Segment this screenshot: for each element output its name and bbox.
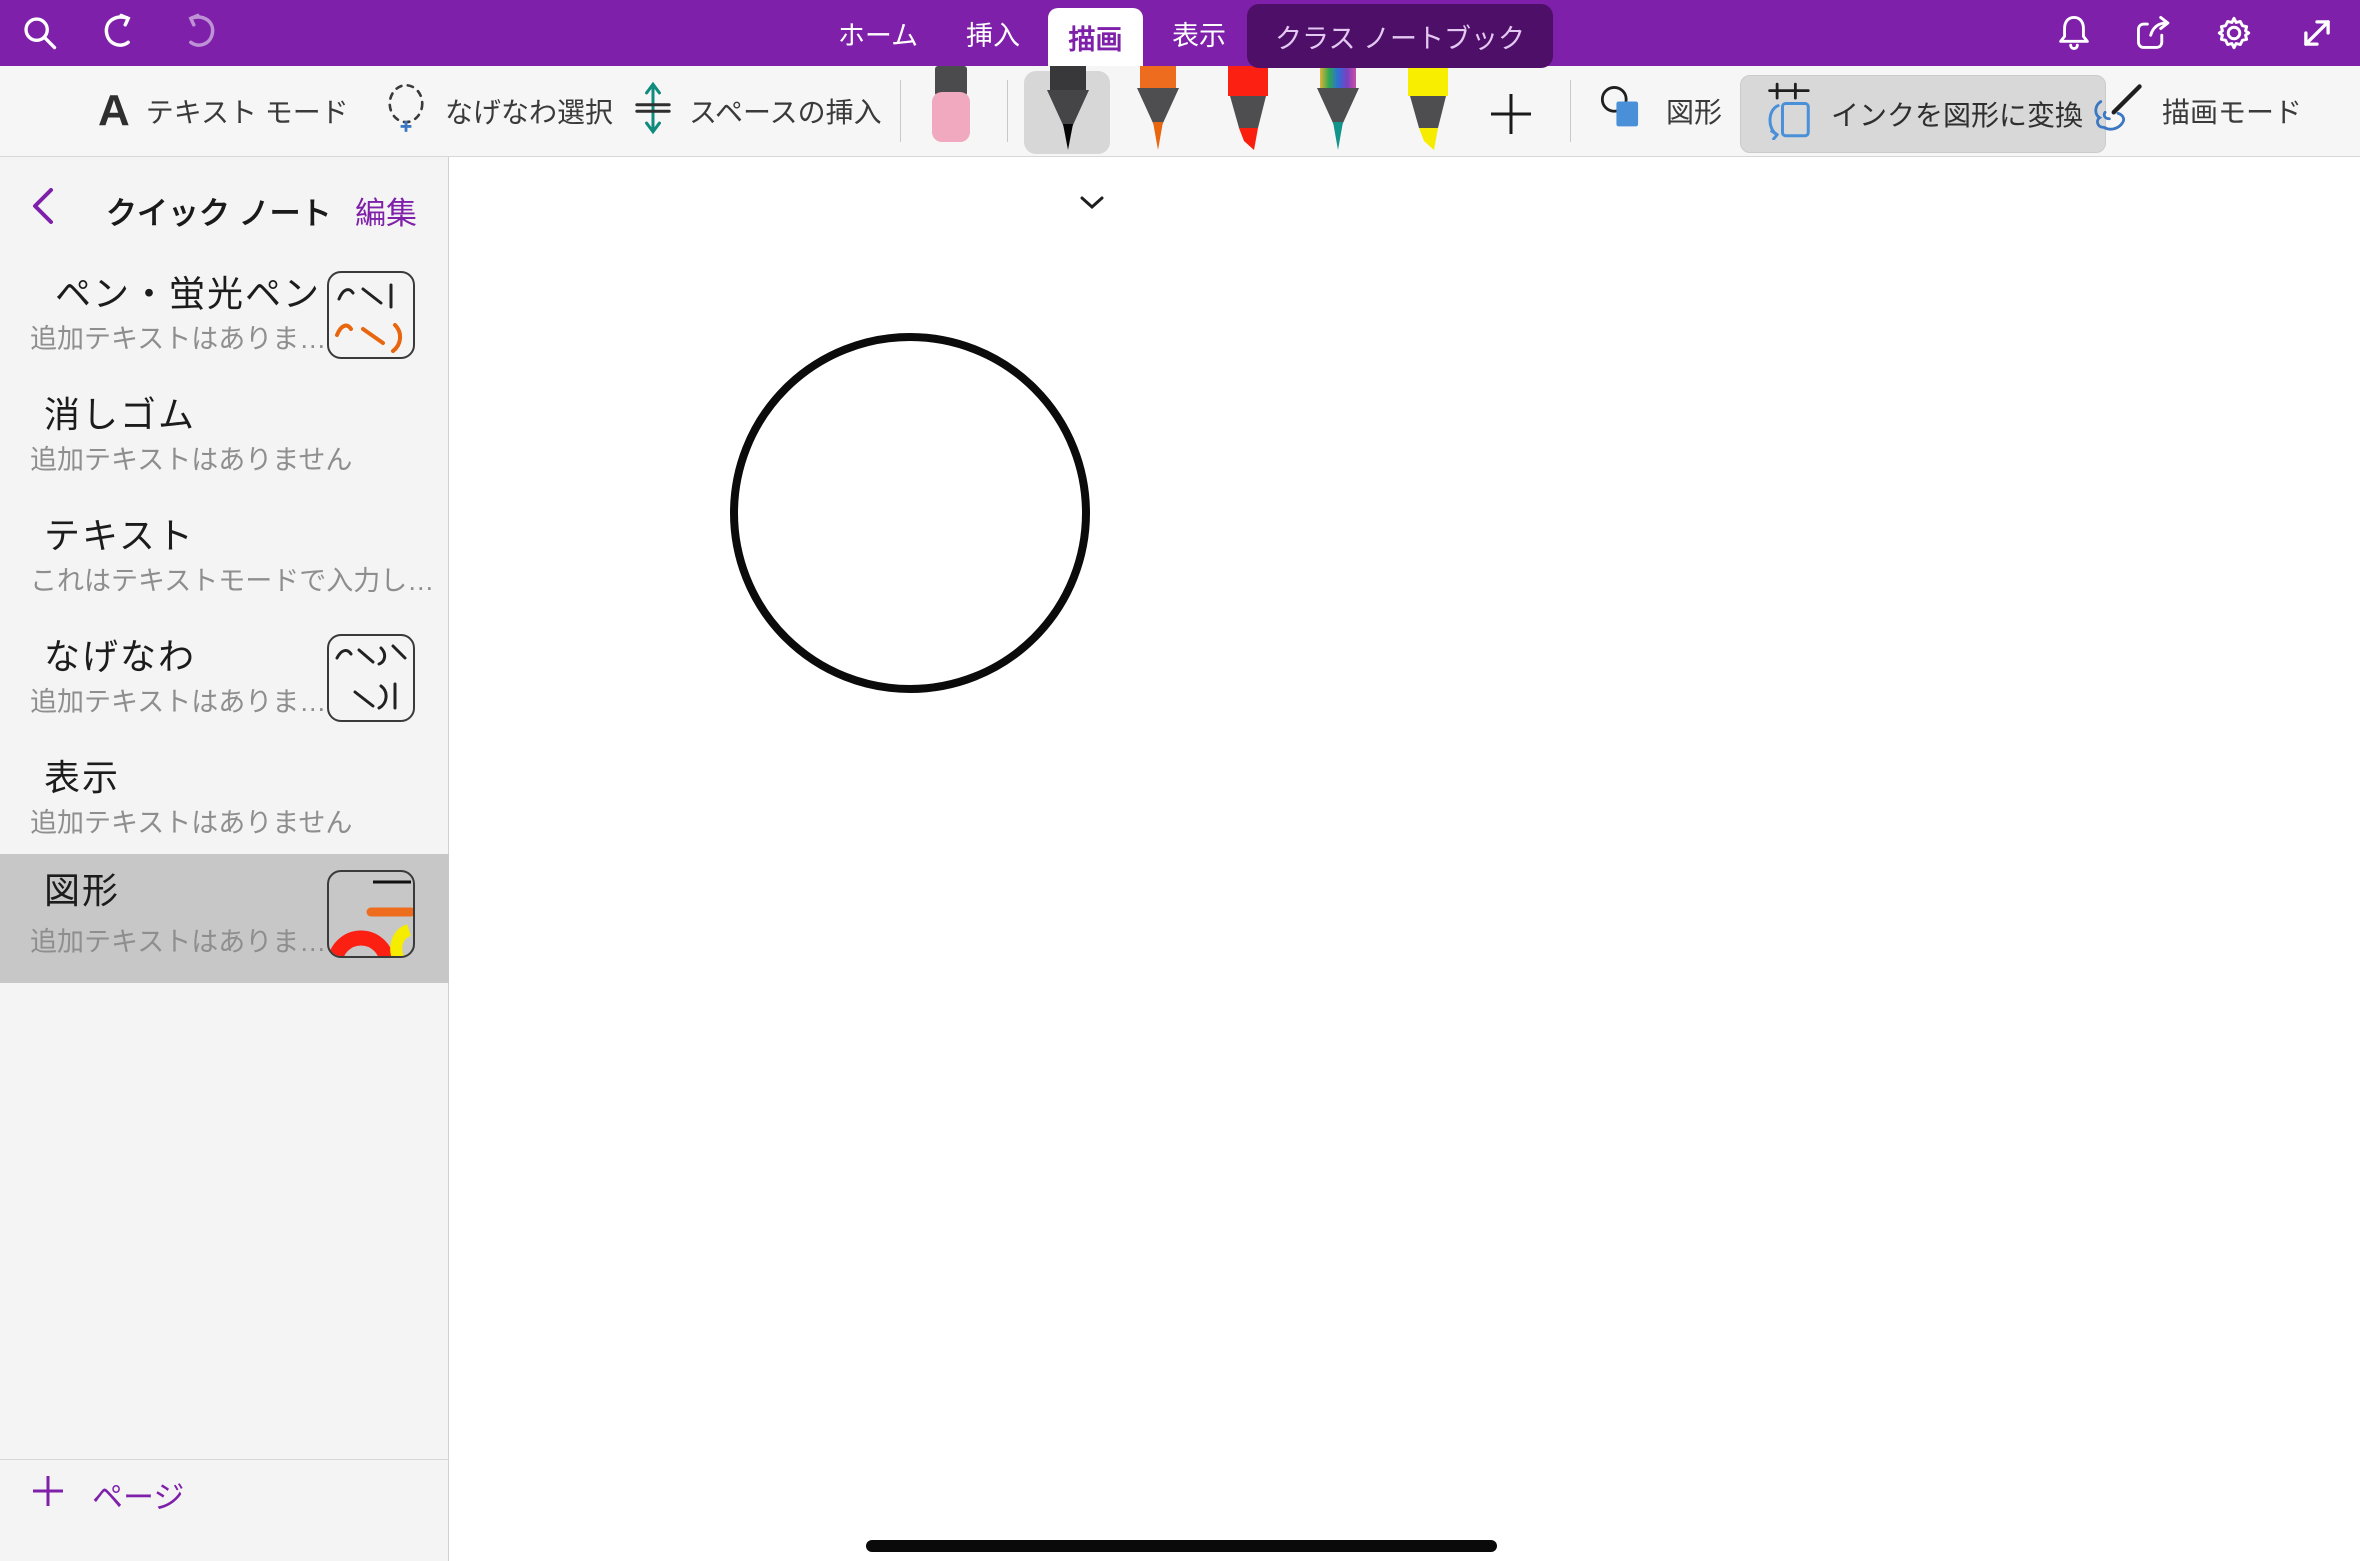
settings-gear-icon[interactable] <box>2212 11 2256 55</box>
tab-insert[interactable]: 挿入 <box>960 0 1026 66</box>
shapes-label: 図形 <box>1666 91 1722 131</box>
draw-mode-button[interactable]: 描画モード <box>2090 66 2302 156</box>
notebook-section-title: クイック ノート <box>106 188 332 233</box>
search-icon[interactable] <box>18 11 62 55</box>
back-chevron-icon[interactable] <box>30 186 56 231</box>
page-title-handwritten: なげなわ <box>44 628 196 680</box>
tab-draw[interactable]: 描画 <box>1048 8 1143 66</box>
page-subtitle: 追加テキストはありま… <box>30 317 326 356</box>
ink-to-shape-label: インクを図形に変換 <box>1831 94 2083 134</box>
page-title-handwritten: 図形 <box>44 862 120 914</box>
orange-pen-tool[interactable] <box>1130 66 1186 157</box>
page-list-item-selected[interactable]: 図形 追加テキストはありま… <box>0 854 449 983</box>
plus-icon <box>30 1473 66 1517</box>
text-mode-icon: A <box>98 89 130 133</box>
page-subtitle: 追加テキストはありま… <box>30 680 326 719</box>
draw-mode-icon <box>2090 82 2146 141</box>
tab-home[interactable]: ホーム <box>838 0 918 66</box>
black-pen-tool[interactable] <box>1040 66 1096 157</box>
ink-circle-drawing <box>449 157 2360 1561</box>
page-subtitle: これはテキストモードで入力し… <box>30 559 434 598</box>
add-page-row: ページ <box>0 1459 449 1560</box>
text-mode-button[interactable]: A テキスト モード <box>98 66 349 156</box>
ink-to-shape-icon <box>1763 82 1817 147</box>
insert-space-button[interactable]: スペースの挿入 <box>633 66 882 156</box>
edit-button[interactable]: 編集 <box>355 188 417 233</box>
page-list-item[interactable]: テキスト これはテキストモードで入力し… <box>0 499 449 620</box>
shapes-icon <box>1598 82 1650 141</box>
lasso-select-button[interactable]: なげなわ選択 <box>383 66 613 156</box>
page-title-handwritten: 消しゴム <box>44 386 196 438</box>
fullscreen-icon[interactable] <box>2295 11 2339 55</box>
page-thumbnail-lasso <box>327 634 415 722</box>
eraser-tool[interactable] <box>928 66 974 149</box>
divider <box>1007 80 1008 142</box>
insert-space-label: スペースの挿入 <box>689 91 882 131</box>
sidebar-header: クイック ノート 編集 <box>0 180 449 230</box>
add-page-button[interactable]: ページ <box>30 1472 184 1517</box>
yellow-highlighter-tool[interactable] <box>1400 66 1456 157</box>
home-indicator[interactable] <box>866 1540 1497 1552</box>
page-title-handwritten: ペン・蛍光ペン <box>55 265 321 317</box>
share-icon[interactable] <box>2132 11 2176 55</box>
page-thumbnail-pen-highlighter <box>327 271 415 359</box>
page-list-item[interactable]: なげなわ 追加テキストはありま… <box>0 620 449 741</box>
insert-space-icon <box>633 80 673 143</box>
add-pen-button[interactable] <box>1488 91 1534 142</box>
notifications-bell-icon[interactable] <box>2052 11 2096 55</box>
lasso-icon <box>383 82 429 141</box>
shapes-button[interactable]: 図形 <box>1598 66 1722 156</box>
draw-mode-label: 描画モード <box>2162 91 2302 131</box>
draw-ribbon: A テキスト モード なげなわ選択 <box>0 66 2360 157</box>
onenote-window: ホーム 挿入 描画 表示 クラス ノートブック <box>0 0 2360 1561</box>
page-list-item[interactable]: 表示 追加テキストはありません <box>0 741 449 862</box>
page-list-item[interactable]: ペン・蛍光ペン 追加テキストはありま… <box>0 257 449 378</box>
redo-icon <box>177 11 221 55</box>
lasso-select-label: なげなわ選択 <box>445 91 613 131</box>
top-app-bar: ホーム 挿入 描画 表示 クラス ノートブック <box>0 0 2360 66</box>
page-title-handwritten: 表示 <box>44 749 120 801</box>
divider <box>900 80 901 142</box>
red-highlighter-tool[interactable] <box>1220 66 1276 157</box>
page-list-sidebar: クイック ノート 編集 ペン・蛍光ペン 追加テキストはありま… 消しゴム 追加テ <box>0 157 449 1561</box>
text-mode-label: テキスト モード <box>146 91 349 131</box>
page-thumbnail-shapes <box>327 870 415 958</box>
ink-to-shape-button[interactable]: インクを図形に変換 <box>1740 75 2106 153</box>
chevron-down-icon[interactable] <box>1078 194 1106 217</box>
page-title-handwritten: テキスト <box>44 507 195 559</box>
undo-icon[interactable] <box>98 11 142 55</box>
drawing-canvas[interactable] <box>449 157 2360 1561</box>
divider <box>1570 80 1571 142</box>
add-page-label: ページ <box>92 1472 184 1517</box>
tab-view[interactable]: 表示 <box>1166 0 1232 66</box>
page-subtitle: 追加テキストはありません <box>30 438 352 477</box>
rainbow-pen-tool[interactable] <box>1310 66 1366 157</box>
page-list-item[interactable]: 消しゴム 追加テキストはありません <box>0 378 449 499</box>
tab-class-notebook[interactable]: クラス ノートブック <box>1247 4 1553 68</box>
page-subtitle: 追加テキストはありま… <box>30 920 326 959</box>
page-subtitle: 追加テキストはありません <box>30 801 352 840</box>
